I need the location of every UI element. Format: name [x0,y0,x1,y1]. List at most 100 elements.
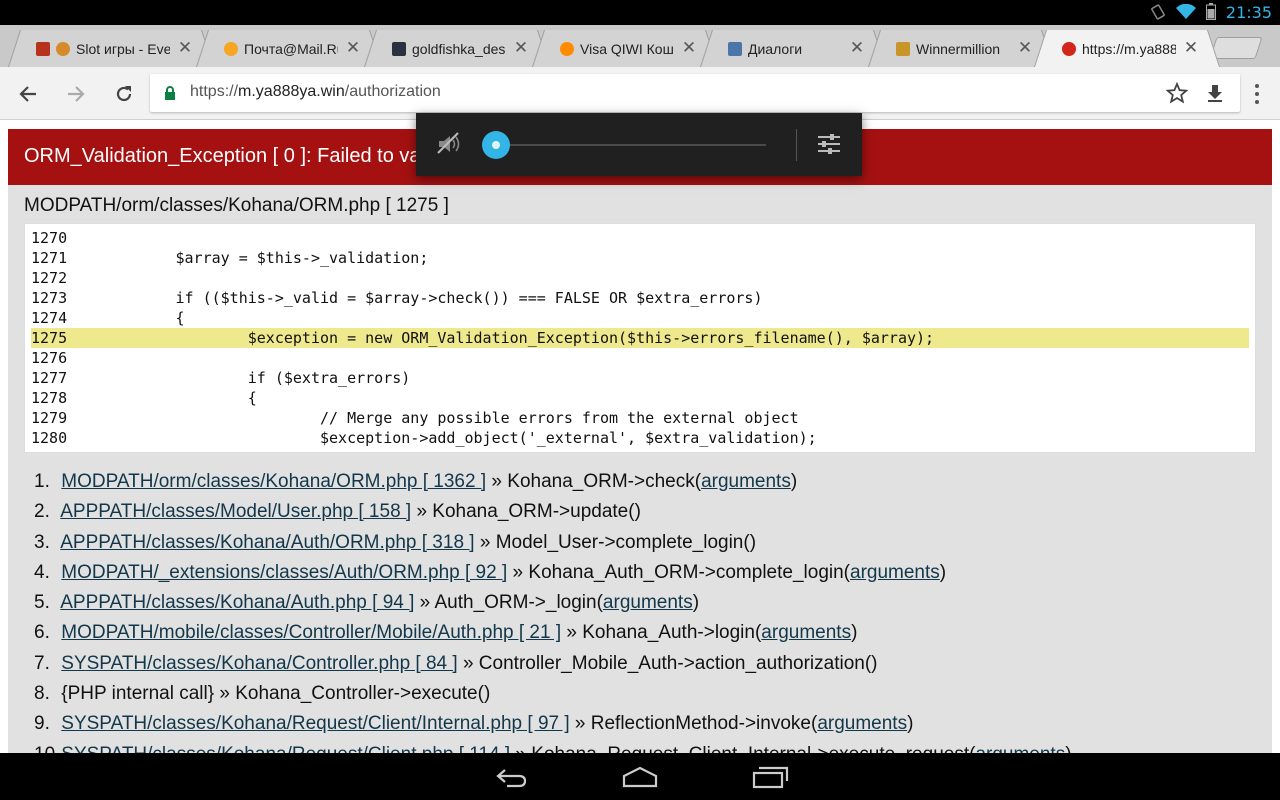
trace-item: 2. APPPATH/classes/Model/User.php [ 158 … [34,497,1072,527]
tab-slot[interactable]: Slot игры - Ever ✕ [22,30,200,67]
wifi-icon [1176,3,1196,19]
trace-item: 6. MODPATH/mobile/classes/Controller/Mob… [34,618,1072,648]
trace-call: » ReflectionMethod->invoke( [569,713,818,735]
sound-settings-icon[interactable] [816,131,842,157]
reload-button[interactable] [110,80,138,108]
nav-back-button[interactable] [488,763,536,791]
bookmark-star-icon[interactable] [1166,82,1188,104]
winnermillion-favicon [896,41,910,56]
trace-number: 1. [34,471,50,492]
trace-call: » Kohana_ORM->update() [411,501,641,523]
trace-item: 9. SYSPATH/classes/Kohana/Request/Client… [34,709,1072,739]
line-code: $array = $this->_validation; [67,249,429,267]
tab-close-icon[interactable]: ✕ [680,39,698,57]
tab-winnermillion[interactable]: Winnermillion ✕ [882,30,1040,67]
trace-file-link[interactable]: MODPATH/orm/classes/Kohana/ORM.php [ 136… [61,471,486,492]
trace-arguments-link[interactable]: arguments [701,471,791,492]
nav-recents-button[interactable] [746,763,794,791]
download-icon[interactable] [1204,82,1226,104]
tab-close-icon[interactable]: ✕ [344,39,362,57]
trace-item: 4. MODPATH/_extensions/classes/Auth/ORM.… [34,558,1072,588]
android-nav-bar [0,753,1280,800]
trace-arguments-link[interactable]: arguments [603,592,693,613]
line-number: 1271 [31,249,68,267]
trace-call: » Kohana_ORM->check( [486,471,702,492]
url-text: https://m.ya888ya.win/authorization [190,83,441,101]
tab-close-icon[interactable]: ✕ [1016,39,1034,57]
volume-popup [416,113,862,176]
trace-file-link[interactable]: SYSPATH/classes/Kohana/Request/Client/In… [61,713,569,734]
trace-item: 7. SYSPATH/classes/Kohana/Controller.php… [34,649,1072,679]
source-line: 1272 [31,268,1249,288]
tab-close-icon[interactable]: ✕ [176,39,194,57]
trace-call-end: ) [907,713,914,735]
trace-number: 5. [34,592,50,614]
status-icons [1150,3,1216,20]
trace-file-link[interactable]: APPPATH/classes/Kohana/Auth.php [ 94 ] [60,592,414,613]
trace-number: 3. [34,531,50,553]
trace-number: 7. [34,652,50,674]
source-line: 1270 [31,228,1249,248]
line-code: { [67,309,185,327]
tab-title: Visa QIWI Кошел [580,40,674,57]
line-code: // Merge any possible errors from the ex… [67,409,799,427]
trace-file-link[interactable]: APPPATH/classes/Model/User.php [ 158 ] [60,501,411,522]
trace-file-link[interactable]: MODPATH/mobile/classes/Controller/Mobile… [61,622,561,643]
new-tab-button[interactable] [1209,37,1263,59]
trace-call: » Kohana_Request_Client_Internal->execut… [510,744,975,753]
trace-arguments-link[interactable]: arguments [850,562,940,583]
line-number: 1280 [31,429,68,447]
volume-slider-track[interactable] [498,144,766,146]
tab-ya888-active[interactable]: https://m.ya888 ✕ [1048,30,1206,67]
source-line: 1277 if ($extra_errors) [31,368,1249,388]
battery-icon [1206,3,1216,20]
line-number: 1273 [31,289,68,307]
trace-file-link[interactable]: SYSPATH/classes/Kohana/Request/Client.ph… [61,744,510,753]
url-scheme: https:// [190,83,239,100]
tab-goldfishka[interactable]: goldfishka_desk ✕ [378,30,536,67]
trace-item: 5. APPPATH/classes/Kohana/Auth.php [ 94 … [34,588,1072,618]
nav-home-button[interactable] [616,763,664,791]
volume-slider-thumb[interactable] [482,131,510,159]
line-number: 1275 [31,329,68,347]
address-bar[interactable]: https://m.ya888ya.win/authorization [150,74,1240,112]
trace-arguments-link[interactable]: arguments [975,744,1065,753]
trace-number: 4. [34,561,50,583]
trace-arguments-link[interactable]: arguments [817,713,907,734]
nav-home-icon [622,766,658,788]
tab-title: Slot игры - Ever [76,40,170,57]
source-line: 1276 [31,348,1249,368]
forward-arrow-icon [68,86,85,102]
stack-trace: 1. MODPATH/orm/classes/Kohana/ORM.php [ … [34,467,1072,753]
vk-favicon [728,41,742,56]
trace-file-link[interactable]: SYSPATH/classes/Kohana/Controller.php [ … [61,653,457,674]
status-bar: 21:35 [0,0,1280,25]
trace-arguments-link[interactable]: arguments [761,622,851,643]
line-code: $exception->add_object('_external', $ext… [67,429,817,447]
tab-title: goldfishka_desk [412,40,506,57]
tab-mailru[interactable]: Почта@Mail.Ru ✕ [210,30,368,67]
forward-button[interactable] [62,80,90,108]
back-button[interactable] [14,80,42,108]
overflow-menu-icon[interactable] [1250,80,1264,108]
trace-number: 10. [34,740,60,753]
trace-call-end: ) [790,471,798,492]
tab-qiwi[interactable]: Visa QIWI Кошел ✕ [546,30,704,67]
trace-number: 2. [34,501,50,523]
tab-vk-dialogs[interactable]: Диалоги ✕ [714,30,872,67]
trace-call: » Model_User->complete_login() [474,531,757,553]
line-code: if ($extra_errors) [67,369,411,387]
divider [796,129,797,161]
trace-file-link[interactable]: APPPATH/classes/Kohana/Auth/ORM.php [ 31… [60,532,474,553]
tab-close-icon[interactable]: ✕ [512,39,530,57]
nav-back-icon [496,769,527,788]
tab-close-icon[interactable]: ✕ [1182,39,1200,57]
tab-close-icon[interactable]: ✕ [848,39,866,57]
tab-title: Winnermillion [916,40,1001,57]
goldfishka-favicon [392,41,406,56]
line-number: 1272 [31,269,68,287]
line-code: $exception = new ORM_Validation_Exceptio… [67,329,935,347]
volume-muted-icon[interactable] [436,131,462,157]
trace-number: 6. [34,622,50,644]
trace-file-link[interactable]: MODPATH/_extensions/classes/Auth/ORM.php… [61,562,507,583]
